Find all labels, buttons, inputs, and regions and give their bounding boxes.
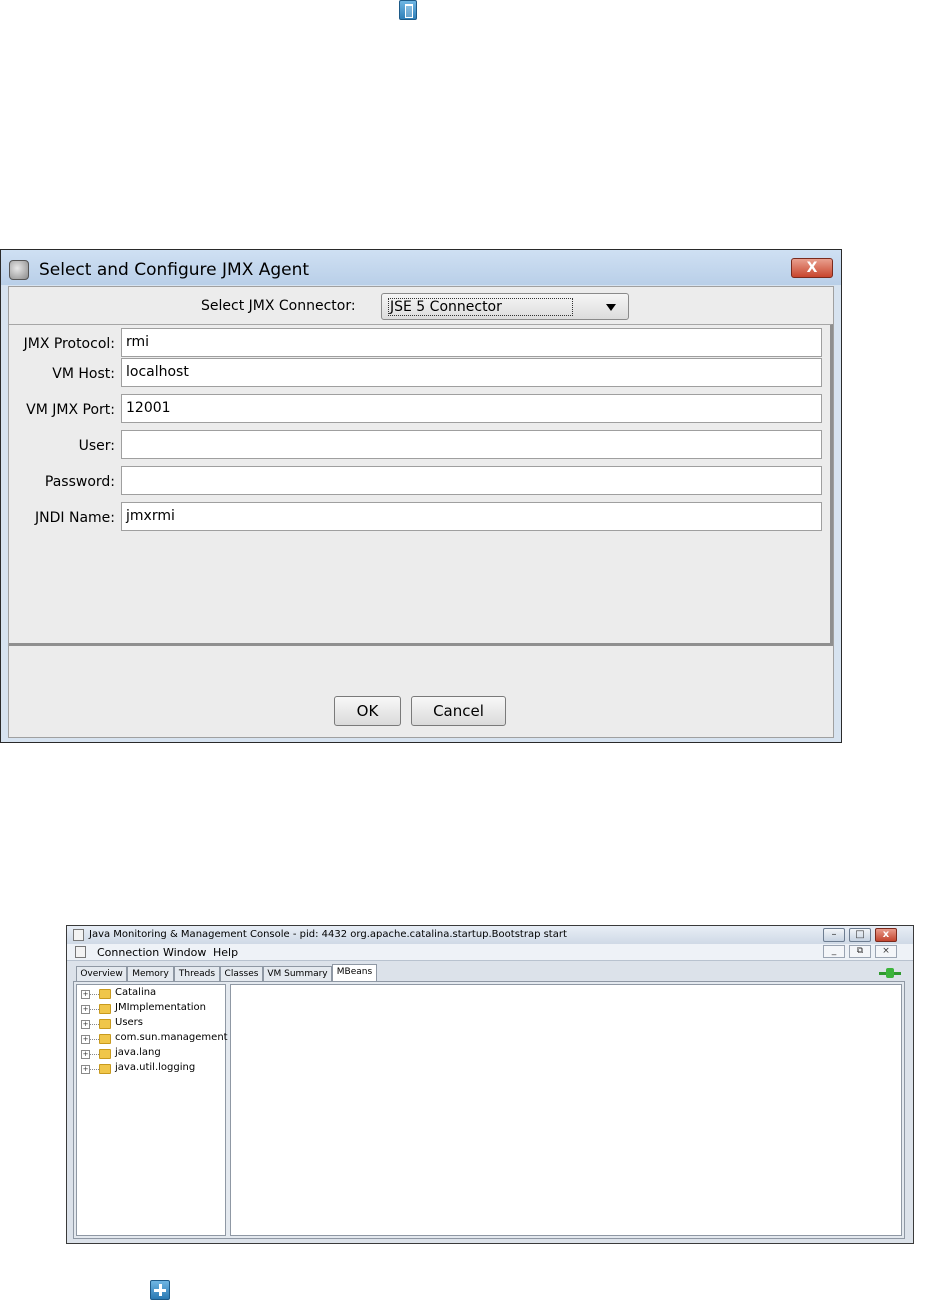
ok-button[interactable]: OK [334, 696, 401, 726]
user-input[interactable] [121, 430, 822, 459]
menu-connection[interactable]: Connection [97, 946, 159, 959]
window-close-button[interactable]: x [875, 928, 897, 942]
plus-icon[interactable] [150, 1280, 170, 1300]
mbeans-panel: + Catalina + JMImplementation + Users + [73, 981, 905, 1239]
expand-icon[interactable]: + [81, 1005, 90, 1014]
expand-icon[interactable]: + [81, 1035, 90, 1044]
folder-icon [99, 1049, 111, 1059]
maximize-button[interactable]: □ [849, 928, 871, 942]
tab-vm-summary[interactable]: VM Summary [263, 966, 332, 981]
dialog-body: Select JMX Connector: JSE 5 Connector JM… [8, 286, 834, 738]
folder-icon [99, 989, 111, 999]
trash-icon[interactable] [399, 0, 417, 20]
connector-value: JSE 5 Connector [388, 298, 573, 316]
tree-node-label: JMImplementation [115, 1002, 206, 1013]
tab-overview[interactable]: Overview [76, 966, 127, 981]
cancel-button[interactable]: Cancel [411, 696, 506, 726]
folder-icon [99, 1034, 111, 1044]
connector-select[interactable]: JSE 5 Connector [381, 293, 629, 320]
inner-restore-button[interactable]: ⧉ [849, 945, 871, 958]
vm-host-label: VM Host: [52, 366, 115, 382]
vm-jmx-port-label: VM JMX Port: [26, 402, 115, 418]
jndi-name-label: JNDI Name: [35, 510, 115, 526]
expand-icon[interactable]: + [81, 1050, 90, 1059]
password-input[interactable] [121, 466, 822, 495]
jmx-agent-dialog: Select and Configure JMX Agent X Select … [0, 249, 842, 743]
connection-form: JMX Protocol: rmi VM Host: localhost VM … [9, 324, 833, 646]
minimize-button[interactable]: – [823, 928, 845, 942]
vm-jmx-port-input[interactable]: 12001 [121, 394, 822, 423]
expand-icon[interactable]: + [81, 990, 90, 999]
password-label: Password: [44, 474, 115, 490]
folder-icon [99, 1004, 111, 1014]
dialog-title-bar[interactable]: Select and Configure JMX Agent X [1, 250, 841, 285]
folder-icon [99, 1064, 111, 1074]
jconsole-window: Java Monitoring & Management Console - p… [66, 925, 914, 1244]
inner-close-button[interactable]: × [875, 945, 897, 958]
connection-status-icon [879, 967, 901, 979]
mbean-tree: + Catalina + JMImplementation + Users + [76, 984, 228, 1236]
user-label: User: [78, 438, 115, 454]
jmx-protocol-input[interactable]: rmi [121, 328, 822, 357]
close-button[interactable]: X [791, 258, 833, 278]
menu-help[interactable]: Help [213, 946, 238, 959]
menu-bar: Connection Window Help _ ⧉ × [67, 944, 913, 961]
vm-host-input[interactable]: localhost [121, 358, 822, 387]
tab-classes[interactable]: Classes [220, 966, 263, 981]
dialog-title: Select and Configure JMX Agent [39, 260, 310, 280]
tree-node-label: java.lang [115, 1047, 161, 1058]
java-icon [75, 946, 86, 958]
folder-icon [99, 1019, 111, 1029]
tree-node-label: com.sun.management [115, 1032, 228, 1043]
tree-node-label: java.util.logging [115, 1062, 196, 1073]
inner-minimize-button[interactable]: _ [823, 945, 845, 958]
tree-node-label: Catalina [115, 987, 157, 998]
expand-icon[interactable]: + [81, 1020, 90, 1029]
dialog-button-bar: OK Cancel [9, 646, 833, 737]
jconsole-title-bar[interactable]: Java Monitoring & Management Console - p… [67, 926, 913, 944]
jmx-protocol-label: JMX Protocol: [23, 336, 115, 352]
mbean-detail-pane [230, 984, 902, 1236]
java-icon [73, 929, 84, 941]
tab-memory[interactable]: Memory [127, 966, 174, 981]
dialog-app-icon [9, 260, 29, 280]
tab-threads[interactable]: Threads [174, 966, 220, 981]
jconsole-title: Java Monitoring & Management Console - p… [89, 929, 567, 940]
tab-mbeans[interactable]: MBeans [332, 964, 377, 981]
chevron-down-icon[interactable] [606, 304, 616, 311]
jndi-name-input[interactable]: jmxrmi [121, 502, 822, 531]
tree-node-label: Users [115, 1017, 144, 1028]
expand-icon[interactable]: + [81, 1065, 90, 1074]
menu-window[interactable]: Window [163, 946, 206, 959]
connector-label: Select JMX Connector: [201, 298, 356, 314]
